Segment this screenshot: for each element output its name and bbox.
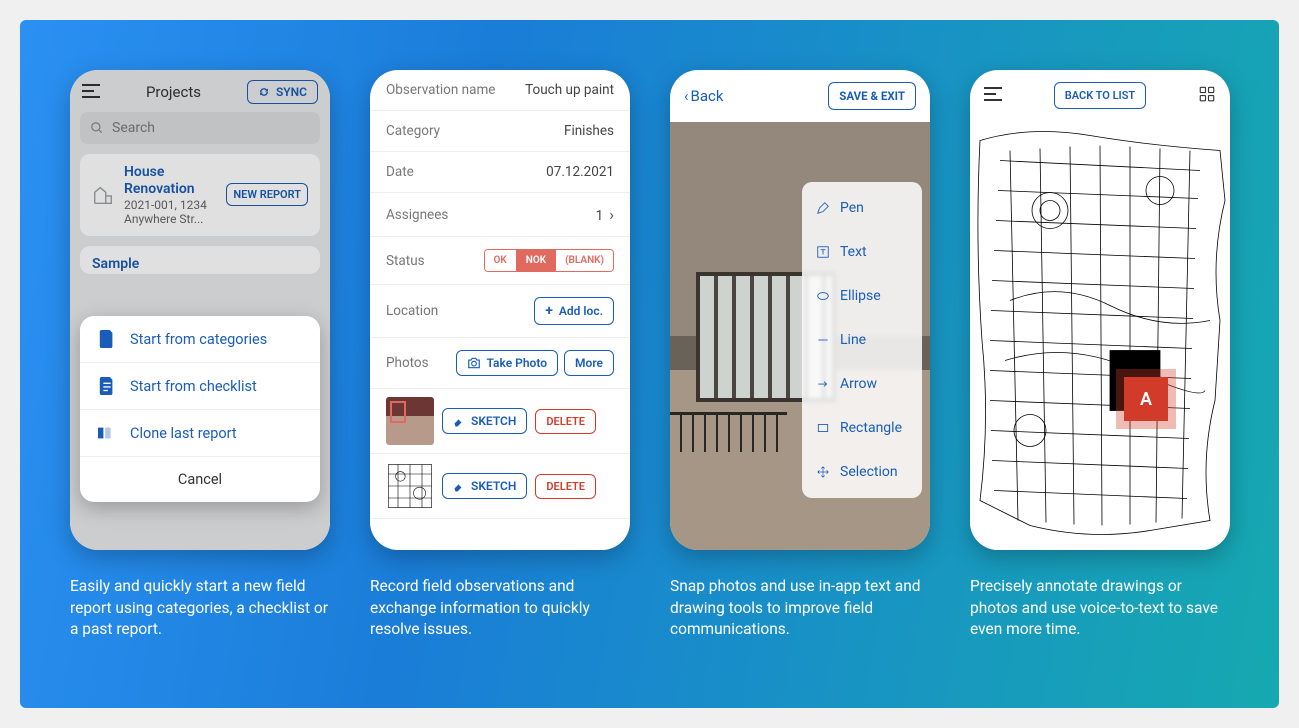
tool-rectangle[interactable]: Rectangle	[802, 406, 922, 450]
grid-view-icon[interactable]	[1198, 85, 1216, 107]
feature-caption: Precisely annotate drawings or photos an…	[970, 576, 1230, 641]
phone-screen-observation: Observation name Touch up paint Category F…	[370, 70, 630, 550]
eraser-icon	[453, 480, 465, 492]
photo-thumbnail[interactable]	[386, 397, 434, 445]
feature-caption: Snap photos and use in-app text and draw…	[670, 576, 930, 641]
field-label: Observation name	[386, 82, 495, 98]
feature-caption: Easily and quickly start a new field rep…	[70, 576, 330, 641]
field-value[interactable]: 07.12.2021	[546, 164, 614, 180]
field-value[interactable]: Touch up paint	[525, 82, 614, 98]
tool-selection[interactable]: Selection	[802, 450, 922, 494]
eraser-icon	[453, 415, 465, 427]
sheet-cancel[interactable]: Cancel	[80, 457, 320, 502]
action-sheet: Start from categories Start from checkli…	[80, 316, 320, 502]
photo-row: SKETCH DELETE	[370, 389, 630, 454]
status-ok[interactable]: OK	[485, 250, 516, 271]
drawing-canvas[interactable]: A	[970, 121, 1230, 550]
sketch-button[interactable]: SKETCH	[442, 408, 527, 434]
more-button[interactable]: More	[564, 350, 614, 376]
ellipse-icon	[816, 289, 830, 303]
pen-icon	[816, 201, 830, 215]
line-icon	[816, 333, 830, 347]
rectangle-icon	[816, 421, 830, 435]
status-segmented[interactable]: OK NOK (BLANK)	[484, 249, 614, 272]
save-exit-button[interactable]: SAVE & EXIT	[828, 82, 916, 110]
phone-screen-drawing: BACK TO LIST A	[970, 70, 1230, 550]
photo-canvas[interactable]: Pen Text Ellipse Line Arrow Rectangle Se…	[670, 122, 930, 550]
camera-icon	[467, 357, 481, 369]
menu-icon[interactable]	[984, 86, 1002, 105]
field-value[interactable]: Finishes	[564, 123, 614, 139]
field-label: Location	[386, 303, 438, 319]
photo-thumbnail[interactable]	[386, 462, 434, 510]
tools-panel: Pen Text Ellipse Line Arrow Rectangle Se…	[802, 182, 922, 498]
feature-showcase: Projects SYNC Search House Renovation	[20, 20, 1279, 708]
field-label: Assignees	[386, 207, 448, 223]
feature-col-4: BACK TO LIST A	[970, 70, 1230, 668]
sheet-item-checklist[interactable]: Start from checklist	[80, 363, 320, 410]
field-label: Status	[386, 253, 425, 269]
delete-button[interactable]: DELETE	[535, 474, 596, 499]
phone-screen-projects: Projects SYNC Search House Renovation	[70, 70, 330, 550]
photo-railing	[670, 412, 787, 452]
tool-pen[interactable]: Pen	[802, 186, 922, 230]
add-location-button[interactable]: +Add loc.	[534, 297, 614, 325]
feature-caption: Record field observations and exchange i…	[370, 576, 630, 641]
delete-button[interactable]: DELETE	[535, 409, 596, 434]
feature-col-1: Projects SYNC Search House Renovation	[70, 70, 330, 668]
move-icon	[816, 465, 830, 479]
tool-line[interactable]: Line	[802, 318, 922, 362]
annotation-marker[interactable]: A	[1124, 377, 1168, 421]
phone-screen-annotate: ‹ Back SAVE & EXIT Pen Text Ellipse Line…	[670, 70, 930, 550]
sketch-button[interactable]: SKETCH	[442, 473, 527, 499]
tool-text[interactable]: Text	[802, 230, 922, 274]
take-photo-button[interactable]: Take Photo	[456, 350, 559, 376]
sheet-item-clone[interactable]: Clone last report	[80, 410, 320, 457]
back-to-list-button[interactable]: BACK TO LIST	[1054, 82, 1146, 109]
feature-col-2: Observation name Touch up paint Category F…	[370, 70, 630, 668]
photo-row: SKETCH DELETE	[370, 454, 630, 519]
sheet-item-categories[interactable]: Start from categories	[80, 316, 320, 363]
copy-icon	[98, 424, 116, 442]
field-label: Date	[386, 164, 414, 180]
field-label: Category	[386, 123, 440, 139]
assignees-value[interactable]: 1	[596, 205, 614, 224]
tool-arrow[interactable]: Arrow	[802, 362, 922, 406]
text-icon	[816, 245, 830, 259]
chevron-left-icon: ‹	[684, 87, 689, 105]
status-nok[interactable]: NOK	[516, 250, 555, 271]
status-blank[interactable]: (BLANK)	[555, 250, 613, 271]
feature-col-3: ‹ Back SAVE & EXIT Pen Text Ellipse Line…	[670, 70, 930, 668]
checklist-icon	[98, 377, 116, 395]
back-button[interactable]: ‹ Back	[684, 87, 723, 105]
field-label: Photos	[386, 355, 429, 371]
file-icon	[98, 330, 116, 348]
tool-ellipse[interactable]: Ellipse	[802, 274, 922, 318]
arrow-icon	[816, 377, 830, 391]
